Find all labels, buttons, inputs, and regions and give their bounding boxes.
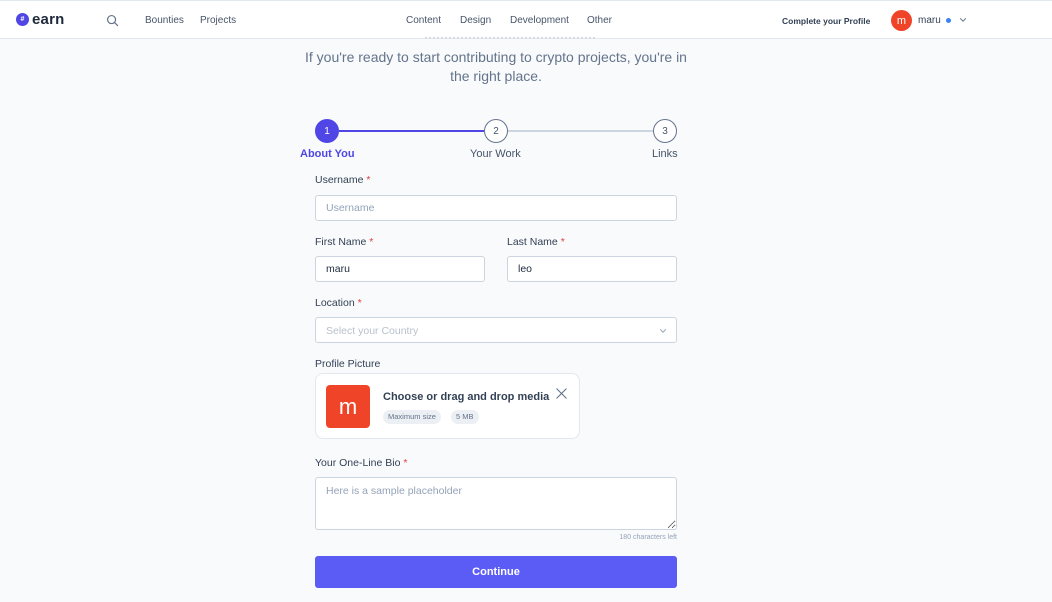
profile-picture-dropzone[interactable]: m Choose or drag and drop media Maximum … <box>315 373 580 439</box>
username-input[interactable] <box>315 195 677 221</box>
location-select[interactable]: Select your Country <box>315 317 677 343</box>
bio-char-count: 180 characters left <box>619 534 677 541</box>
step-3-label: Links <box>652 148 678 160</box>
upload-title: Choose or drag and drop media <box>383 391 550 403</box>
user-name[interactable]: maru <box>918 15 941 27</box>
chevron-down-icon <box>659 329 667 333</box>
required-asterisk: * <box>560 236 565 248</box>
search-icon[interactable] <box>106 14 119 27</box>
earn-logo[interactable]: # earn <box>16 12 65 27</box>
step-2-label: Your Work <box>470 148 521 160</box>
status-dot <box>946 18 951 23</box>
complete-profile-link[interactable]: Complete your Profile <box>782 15 870 27</box>
user-avatar[interactable]: m <box>891 10 912 31</box>
last-name-label: Last Name * <box>507 236 565 248</box>
chevron-down-icon[interactable] <box>959 16 967 24</box>
step-2-circle[interactable]: 2 <box>484 119 508 143</box>
first-name-input[interactable] <box>315 256 485 282</box>
step-connector-2 <box>508 130 653 132</box>
logo-mark-icon: # <box>16 13 29 26</box>
close-icon[interactable] <box>555 387 568 400</box>
top-navbar: # earn Bounties Projects Content Design … <box>0 0 1052 39</box>
max-size-chip: Maximum size <box>383 410 441 424</box>
nav-link-projects[interactable]: Projects <box>200 15 236 27</box>
location-placeholder: Select your Country <box>326 325 419 337</box>
step-3-circle[interactable]: 3 <box>653 119 677 143</box>
continue-button[interactable]: Continue <box>315 556 677 588</box>
last-name-input[interactable] <box>507 256 677 282</box>
nav-category-development[interactable]: Development <box>510 15 569 27</box>
username-label: Username * <box>315 174 371 186</box>
step-1-label: About You <box>300 148 355 160</box>
bio-textarea[interactable] <box>315 477 677 530</box>
step-1-circle[interactable]: 1 <box>315 119 339 143</box>
required-asterisk: * <box>403 457 408 469</box>
step-connector-1 <box>339 130 484 132</box>
logo-text: earn <box>32 11 65 28</box>
faded-heading-remnant <box>425 37 595 41</box>
max-size-value-chip: 5 MB <box>451 410 479 424</box>
nav-category-design[interactable]: Design <box>460 15 491 27</box>
required-asterisk: * <box>366 174 371 186</box>
profile-picture-label: Profile Picture <box>315 358 381 370</box>
bio-label: Your One-Line Bio * <box>315 457 408 469</box>
required-asterisk: * <box>357 297 362 309</box>
profile-picture-preview: m <box>326 385 370 428</box>
nav-category-content[interactable]: Content <box>406 15 441 27</box>
required-asterisk: * <box>369 236 374 248</box>
intro-text: If you're ready to start contributing to… <box>305 49 687 84</box>
nav-category-other[interactable]: Other <box>587 15 612 27</box>
location-label: Location * <box>315 297 362 309</box>
first-name-label: First Name * <box>315 236 374 248</box>
nav-link-bounties[interactable]: Bounties <box>145 15 184 27</box>
